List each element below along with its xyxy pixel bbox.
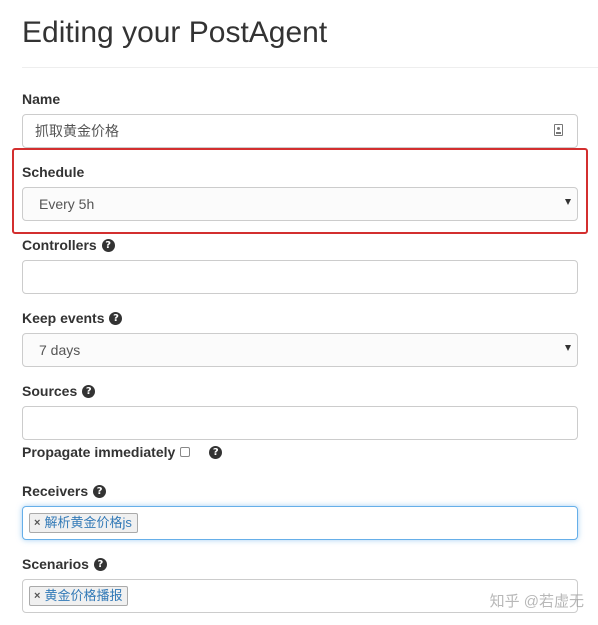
scenarios-label-text: Scenarios xyxy=(22,556,89,572)
propagate-checkbox[interactable] xyxy=(180,447,191,457)
name-input-value: 抓取黄金价格 xyxy=(35,123,119,139)
controllers-label: Controllers ? xyxy=(22,236,115,254)
sources-label-text: Sources xyxy=(22,383,78,399)
receiver-token: × 解析黄金价格js xyxy=(29,513,138,533)
keep-events-select-value: 7 days xyxy=(39,342,81,358)
remove-icon[interactable]: × xyxy=(34,514,40,532)
name-label-text: Name xyxy=(22,91,61,107)
keep-events-label: Keep events ? xyxy=(22,309,123,327)
name-label: Name xyxy=(22,90,60,108)
help-icon[interactable]: ? xyxy=(93,484,107,498)
help-icon[interactable]: ? xyxy=(209,445,223,459)
receiver-token-label: 解析黄金价格js xyxy=(44,515,132,530)
page-title: Editing your PostAgent xyxy=(22,16,328,49)
receivers-label-text: Receivers xyxy=(22,483,89,499)
scenario-token: × 黄金价格播报 xyxy=(29,586,129,606)
sources-label: Sources ? xyxy=(22,382,96,400)
help-icon[interactable]: ? xyxy=(109,311,123,325)
schedule-highlight-box xyxy=(12,148,588,234)
help-icon[interactable]: ? xyxy=(101,238,115,252)
receivers-label: Receivers ? xyxy=(22,482,107,500)
title-divider xyxy=(22,67,598,68)
contact-card-icon xyxy=(554,124,563,136)
help-icon[interactable]: ? xyxy=(82,384,96,398)
name-input[interactable]: 抓取黄金价格 xyxy=(22,114,578,148)
receivers-input[interactable]: × 解析黄金价格js xyxy=(22,506,578,540)
caret-down-icon xyxy=(565,345,571,351)
controllers-label-text: Controllers xyxy=(22,237,97,253)
keep-events-label-text: Keep events xyxy=(22,310,105,326)
sources-input[interactable] xyxy=(22,406,578,440)
keep-events-select[interactable]: 7 days xyxy=(22,333,578,367)
remove-icon[interactable]: × xyxy=(34,587,40,605)
scenarios-label: Scenarios ? xyxy=(22,555,107,573)
help-icon[interactable]: ? xyxy=(93,557,107,571)
propagate-label-text: Propagate immediately xyxy=(22,444,176,460)
scenario-token-label: 黄金价格播报 xyxy=(44,588,123,603)
propagate-row: Propagate immediately ? xyxy=(22,443,223,461)
controllers-input[interactable] xyxy=(22,260,578,294)
watermark: 知乎 @若虚无 xyxy=(489,593,584,610)
